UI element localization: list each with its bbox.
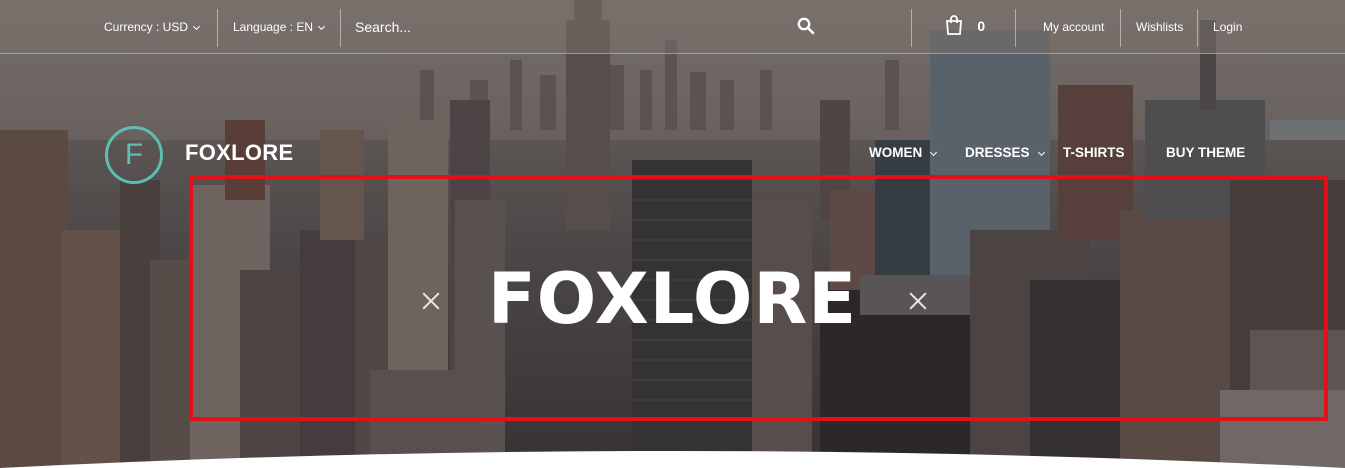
bottom-curve	[0, 451, 1345, 468]
nav-item-dresses[interactable]: DRESSES	[965, 145, 1045, 160]
nav-label: BUY THEME	[1166, 145, 1246, 160]
currency-label: Currency : USD	[104, 20, 189, 34]
chevron-down-icon	[1037, 148, 1045, 157]
topbar: Currency : USD Language : EN 0 My accoun…	[0, 0, 1345, 54]
cart-button[interactable]: 0	[944, 0, 985, 54]
highlight-box	[189, 175, 1328, 421]
nav-item-t-shirts[interactable]: T-SHIRTS	[1063, 145, 1125, 160]
divider	[1015, 9, 1016, 47]
nav-label: WOMEN	[869, 145, 923, 160]
divider	[1120, 9, 1121, 47]
nav-item-women[interactable]: WOMEN	[869, 145, 938, 160]
chevron-down-icon	[192, 22, 201, 31]
divider	[911, 9, 912, 47]
nav-label: T-SHIRTS	[1063, 145, 1125, 160]
search-icon[interactable]	[797, 17, 815, 35]
login-link[interactable]: Login	[1213, 0, 1242, 54]
cart-count: 0	[977, 18, 986, 34]
language-selector[interactable]: Language : EN	[233, 0, 326, 54]
brand-name[interactable]: FOXLORE	[185, 140, 293, 166]
language-label: Language : EN	[233, 20, 314, 34]
nav-item-buy-theme[interactable]: BUY THEME	[1166, 145, 1245, 160]
divider	[340, 9, 341, 47]
divider	[1197, 9, 1198, 47]
wishlists-link[interactable]: Wishlists	[1136, 0, 1183, 54]
currency-selector[interactable]: Currency : USD	[104, 0, 201, 54]
search-input[interactable]	[355, 14, 785, 40]
shopping-bag-icon	[946, 15, 962, 35]
my-account-link[interactable]: My account	[1043, 0, 1104, 54]
divider	[217, 9, 218, 47]
chevron-down-icon	[930, 148, 938, 157]
chevron-down-icon	[318, 22, 326, 31]
logo-icon[interactable]: F	[105, 126, 163, 184]
nav-label: DRESSES	[965, 145, 1030, 160]
